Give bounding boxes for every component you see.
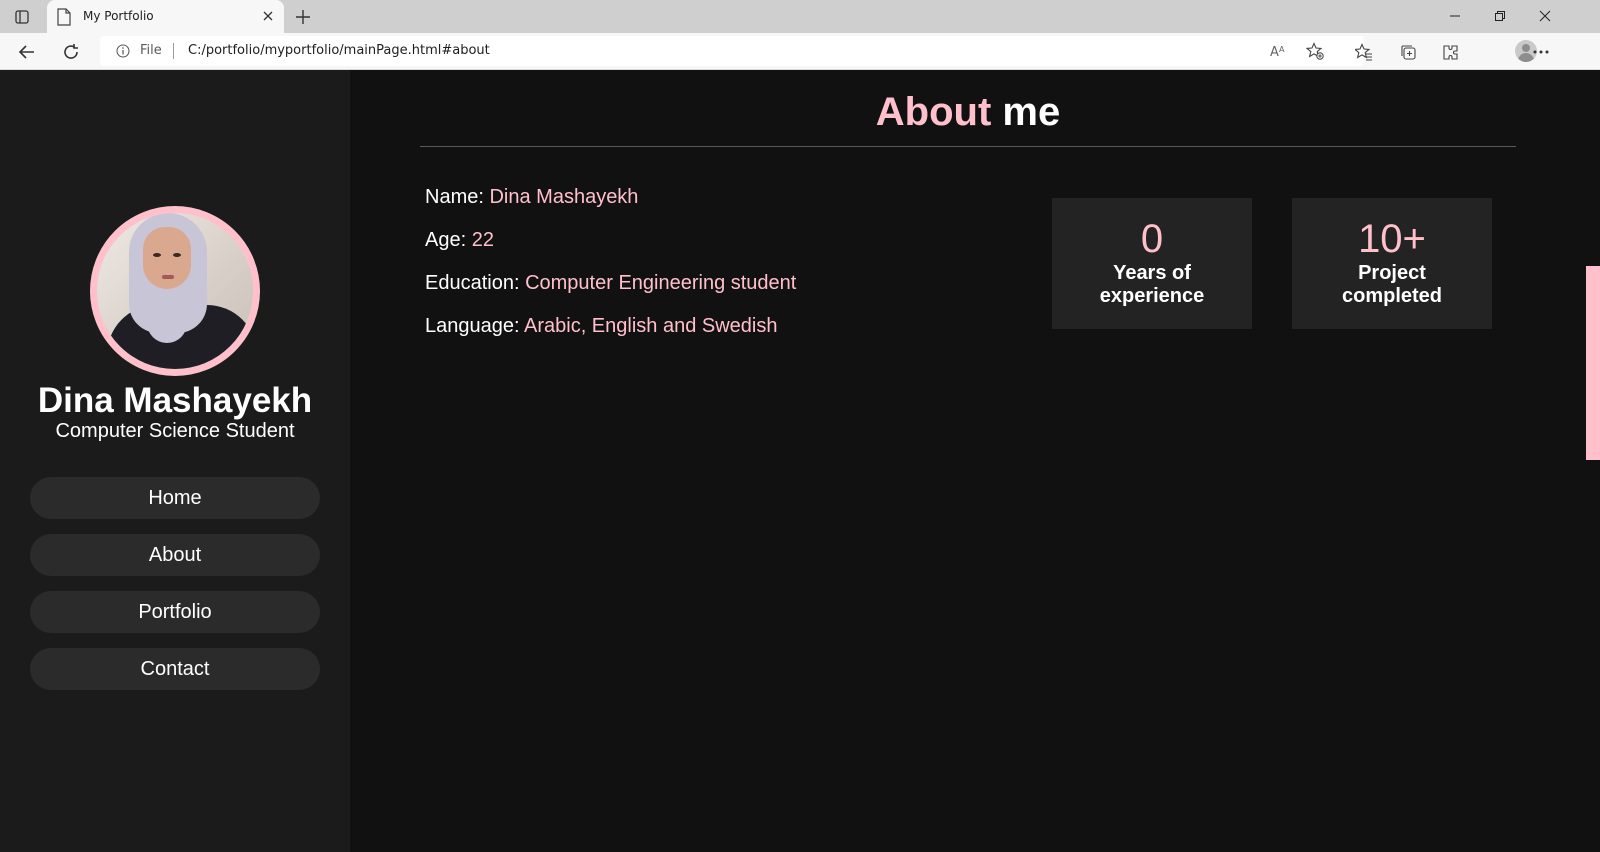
nav-portfolio-button[interactable]: Portfolio — [30, 591, 320, 633]
photo-eye-right — [173, 253, 181, 257]
title-accent: About — [875, 90, 992, 134]
photo-eye-left — [153, 253, 161, 257]
photo-collar — [147, 303, 187, 343]
svg-text:A: A — [1279, 45, 1285, 54]
close-window-icon[interactable] — [1532, 4, 1558, 28]
close-tab-icon[interactable] — [260, 8, 276, 24]
minimize-icon[interactable] — [1442, 4, 1468, 28]
nav-about-button[interactable]: About — [30, 534, 320, 576]
info-language-row: Language: Arabic, English and Swedish — [425, 315, 777, 338]
stat-card-projects: 10+ Project completed — [1292, 198, 1492, 329]
info-label: Education: — [425, 272, 520, 294]
page-scrollbar-thumb[interactable] — [1586, 266, 1600, 460]
info-name-row: Name: Dina Mashayekh — [425, 186, 638, 209]
sidebar: Dina Mashayekh Computer Science Student … — [0, 70, 350, 852]
info-label: Language: — [425, 315, 520, 337]
info-icon[interactable] — [116, 44, 130, 58]
url-separator — [173, 43, 174, 59]
stat-label: Project completed — [1341, 262, 1443, 307]
profile-name: Dina Mashayekh — [37, 381, 313, 420]
tab-actions-icon[interactable] — [12, 7, 32, 27]
info-value: Dina Mashayekh — [489, 186, 639, 208]
browser-tab-bar: My Portfolio — [0, 0, 1600, 33]
address-input[interactable]: File C:/portfolio/myportfolio/mainPage.h… — [100, 36, 1364, 66]
more-menu-icon[interactable] — [1529, 40, 1553, 64]
info-value: 22 — [471, 229, 494, 251]
url-scheme: File — [140, 43, 162, 58]
browser-tab[interactable]: My Portfolio — [47, 0, 284, 33]
info-age-row: Age: 22 — [425, 229, 494, 252]
info-value: Computer Engineering student — [525, 272, 797, 294]
nav-contact-button[interactable]: Contact — [30, 648, 320, 690]
title-rest: me — [1002, 90, 1061, 134]
collections-icon[interactable] — [1396, 40, 1420, 64]
extensions-icon[interactable] — [1439, 40, 1463, 64]
refresh-icon[interactable] — [59, 40, 83, 64]
tab-title: My Portfolio — [83, 9, 154, 23]
add-favorite-icon[interactable] — [1305, 41, 1325, 61]
new-tab-icon[interactable] — [292, 6, 314, 28]
stat-card-experience: 0 Years of experience — [1052, 198, 1252, 329]
profile-role: Computer Science Student — [55, 420, 295, 442]
title-divider — [420, 146, 1516, 147]
url-text[interactable]: C:/portfolio/myportfolio/mainPage.html#a… — [188, 43, 490, 58]
stat-number: 10+ — [1358, 217, 1426, 261]
profile-photo — [90, 206, 260, 376]
svg-text:A: A — [1270, 45, 1279, 59]
page-scrollbar[interactable] — [1586, 70, 1600, 852]
back-arrow-icon[interactable] — [15, 40, 39, 64]
nav-home-button[interactable]: Home — [30, 477, 320, 519]
info-label: Age: — [425, 229, 467, 251]
stat-label: Years of experience — [1099, 262, 1205, 307]
info-value: Arabic, English and Swedish — [524, 315, 778, 337]
photo-face — [143, 227, 191, 289]
document-icon — [57, 8, 73, 26]
restore-icon[interactable] — [1487, 4, 1513, 28]
read-aloud-icon[interactable]: AA — [1269, 41, 1289, 61]
section-title: About me — [420, 90, 1516, 135]
stat-number: 0 — [1140, 217, 1164, 261]
info-education-row: Education: Computer Engineering student — [425, 272, 796, 295]
favorites-icon[interactable] — [1352, 40, 1376, 64]
info-label: Name: — [425, 186, 484, 208]
browser-address-bar: File C:/portfolio/myportfolio/mainPage.h… — [0, 33, 1600, 70]
photo-lips — [162, 275, 174, 279]
